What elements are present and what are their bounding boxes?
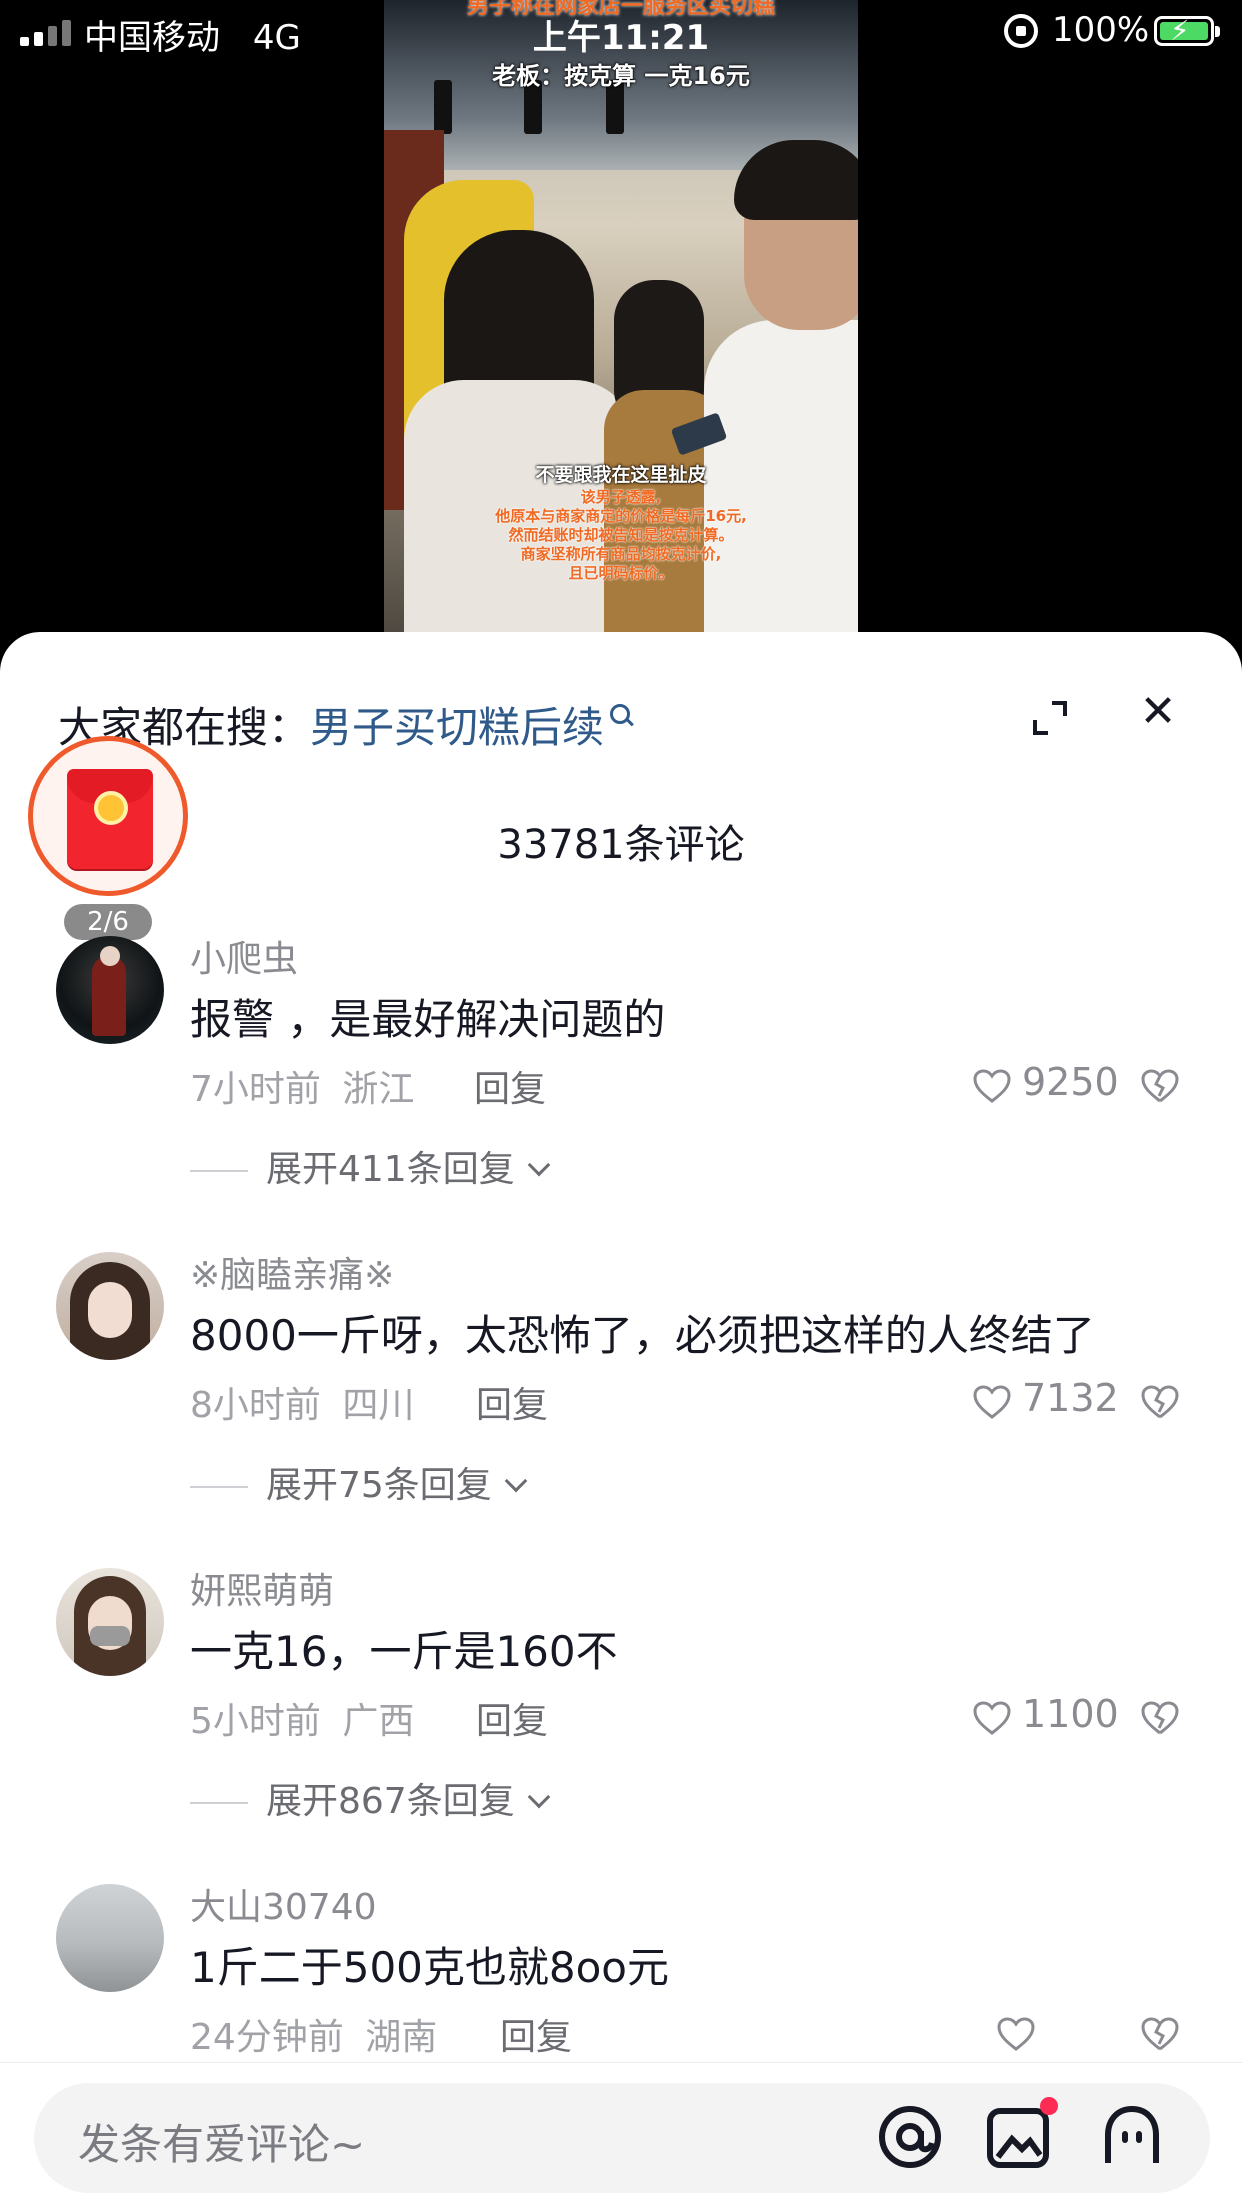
comment-meta: 8小时前 四川 [190,1376,414,1428]
comment-location: 浙江 [342,1069,415,1110]
expand-replies-divider [190,1802,248,1804]
expand-replies-label: 展开867条回复 [266,1781,515,1822]
video-subtitle-line: 他原本与商家商定的价格是每斤16元, [495,507,747,525]
video-subtitle-line: 然而结账时却被告知是按克计算。 [508,526,734,544]
reply-button[interactable]: 回复 [500,2008,572,2060]
emoji-icon[interactable] [1096,2101,1168,2173]
comment-meta: 24分钟前 湖南 [190,2008,437,2060]
avatar[interactable] [56,1252,164,1360]
close-icon[interactable]: ✕ [1138,690,1178,734]
comment-time: 24分钟前 [190,2017,344,2058]
mention-at-icon[interactable] [874,2101,946,2173]
comment-input-placeholder: 发条有爱评论~ [78,2120,366,2169]
comment-location: 湖南 [365,2017,438,2058]
comment-time: 8小时前 [190,1385,321,1426]
trending-search-query[interactable]: 男子买切糕后续 [310,703,604,752]
video-subtitle-line: 且已明码标价。 [568,564,674,582]
comment-input[interactable]: 发条有爱评论~ [34,2083,1210,2193]
comment-count: 33781条评论 [497,822,745,868]
fullscreen-expand-icon[interactable] [1032,700,1068,736]
comment-location: 广西 [342,1701,415,1742]
comment-item: 妍熙萌萌 一克16，一斤是160不 5小时前 广西 回复 1100 展开867条… [0,1568,1242,1868]
expand-replies-label: 展开411条回复 [266,1149,515,1190]
notification-dot [1040,2097,1058,2115]
search-icon [610,704,631,724]
comment-time: 7小时前 [190,1069,321,1110]
like-count: 7132 [1022,1376,1119,1420]
dislike-broken-heart-icon[interactable] [1140,1384,1180,1420]
comment-username[interactable]: 小爬虫 [190,930,298,982]
avatar[interactable] [56,1884,164,1992]
comment-meta: 5小时前 广西 [190,1692,414,1744]
comment-text: 1斤二于500克也就8oo元 [190,1943,670,1992]
video-subtitle-line: 商家坚称所有商品均按克计价, [520,545,722,563]
reply-button[interactable]: 回复 [476,1692,548,1744]
dislike-broken-heart-icon[interactable] [1140,1700,1180,1736]
expand-replies-button[interactable]: 展开867条回复 [190,1772,551,1824]
dislike-broken-heart-icon[interactable] [1140,2016,1180,2052]
comment-time: 5小时前 [190,1701,321,1742]
expand-replies-button[interactable]: 展开75条回复 [190,1456,528,1508]
battery-percent: 100% [1052,10,1150,50]
comment-username[interactable]: 大山30740 [190,1878,377,1930]
charging-bolt-icon: ⚡ [1170,14,1190,47]
chevron-down-icon [527,1153,551,1177]
video-caption-quote: 不要跟我在这里扯皮 [535,464,707,486]
rotation-lock-icon [1004,14,1038,48]
avatar[interactable] [56,1568,164,1676]
comment-item: 小爬虫 报警 ，是最好解决问题的 7小时前 浙江 回复 9250 展开411条回… [0,936,1242,1236]
video-caption-subtitles: 该男子透露, 他原本与商家商定的价格是每斤16元, 然而结账时却被告知是按克计算… [384,488,858,583]
dislike-broken-heart-icon[interactable] [1140,1068,1180,1104]
comment-meta: 7小时前 浙江 [190,1060,414,1112]
like-count: 9250 [1022,1060,1119,1104]
comment-username[interactable]: 妍熙萌萌 [190,1562,334,1614]
comment-input-bar: 发条有爱评论~ [0,2062,1242,2208]
like-count: 1100 [1022,1692,1119,1736]
video-subtitle-line: 该男子透露, [580,488,662,506]
comment-location: 四川 [342,1385,415,1426]
comment-item: ※脑瞌亲痛※ 8000一斤呀，太恐怖了，必须把这样的人终结了 8小时前 四川 回… [0,1252,1242,1552]
comment-username[interactable]: ※脑瞌亲痛※ [190,1246,394,1298]
video-player[interactable]: 男子称在网家店一服务区买切糕 老板：按克算 一克16元 不要跟我在这里扯皮 该男… [0,0,1242,660]
chevron-down-icon [527,1785,551,1809]
like-heart-icon[interactable] [972,1068,1012,1104]
reply-button[interactable]: 回复 [474,1060,546,1112]
like-heart-icon[interactable] [996,2016,1036,2052]
status-bar: 中国移动 4G 上午11:21 100% ⚡ [0,0,1242,64]
avatar[interactable] [56,936,164,1044]
reply-button[interactable]: 回复 [476,1376,548,1428]
expand-replies-button[interactable]: 展开411条回复 [190,1140,551,1192]
comment-text: 8000一斤呀，太恐怖了，必须把这样的人终结了 [190,1311,1095,1360]
like-heart-icon[interactable] [972,1700,1012,1736]
comment-text: 报警 ，是最好解决问题的 [190,995,666,1044]
red-packet-progress-badge: 2/6 [64,904,152,940]
comment-text: 一克16，一斤是160不 [190,1627,618,1676]
expand-replies-label: 展开75条回复 [266,1465,492,1506]
comment-sheet: 大家都在搜：男子买切糕后续 ✕ 2/6 33781条评论 小爬虫 报警 ，是最好… [0,632,1242,2208]
video-frame[interactable]: 男子称在网家店一服务区买切糕 老板：按克算 一克16元 不要跟我在这里扯皮 该男… [384,0,858,640]
like-heart-icon[interactable] [972,1384,1012,1420]
expand-replies-divider [190,1486,248,1488]
chevron-down-icon [504,1469,528,1493]
expand-replies-divider [190,1170,248,1172]
